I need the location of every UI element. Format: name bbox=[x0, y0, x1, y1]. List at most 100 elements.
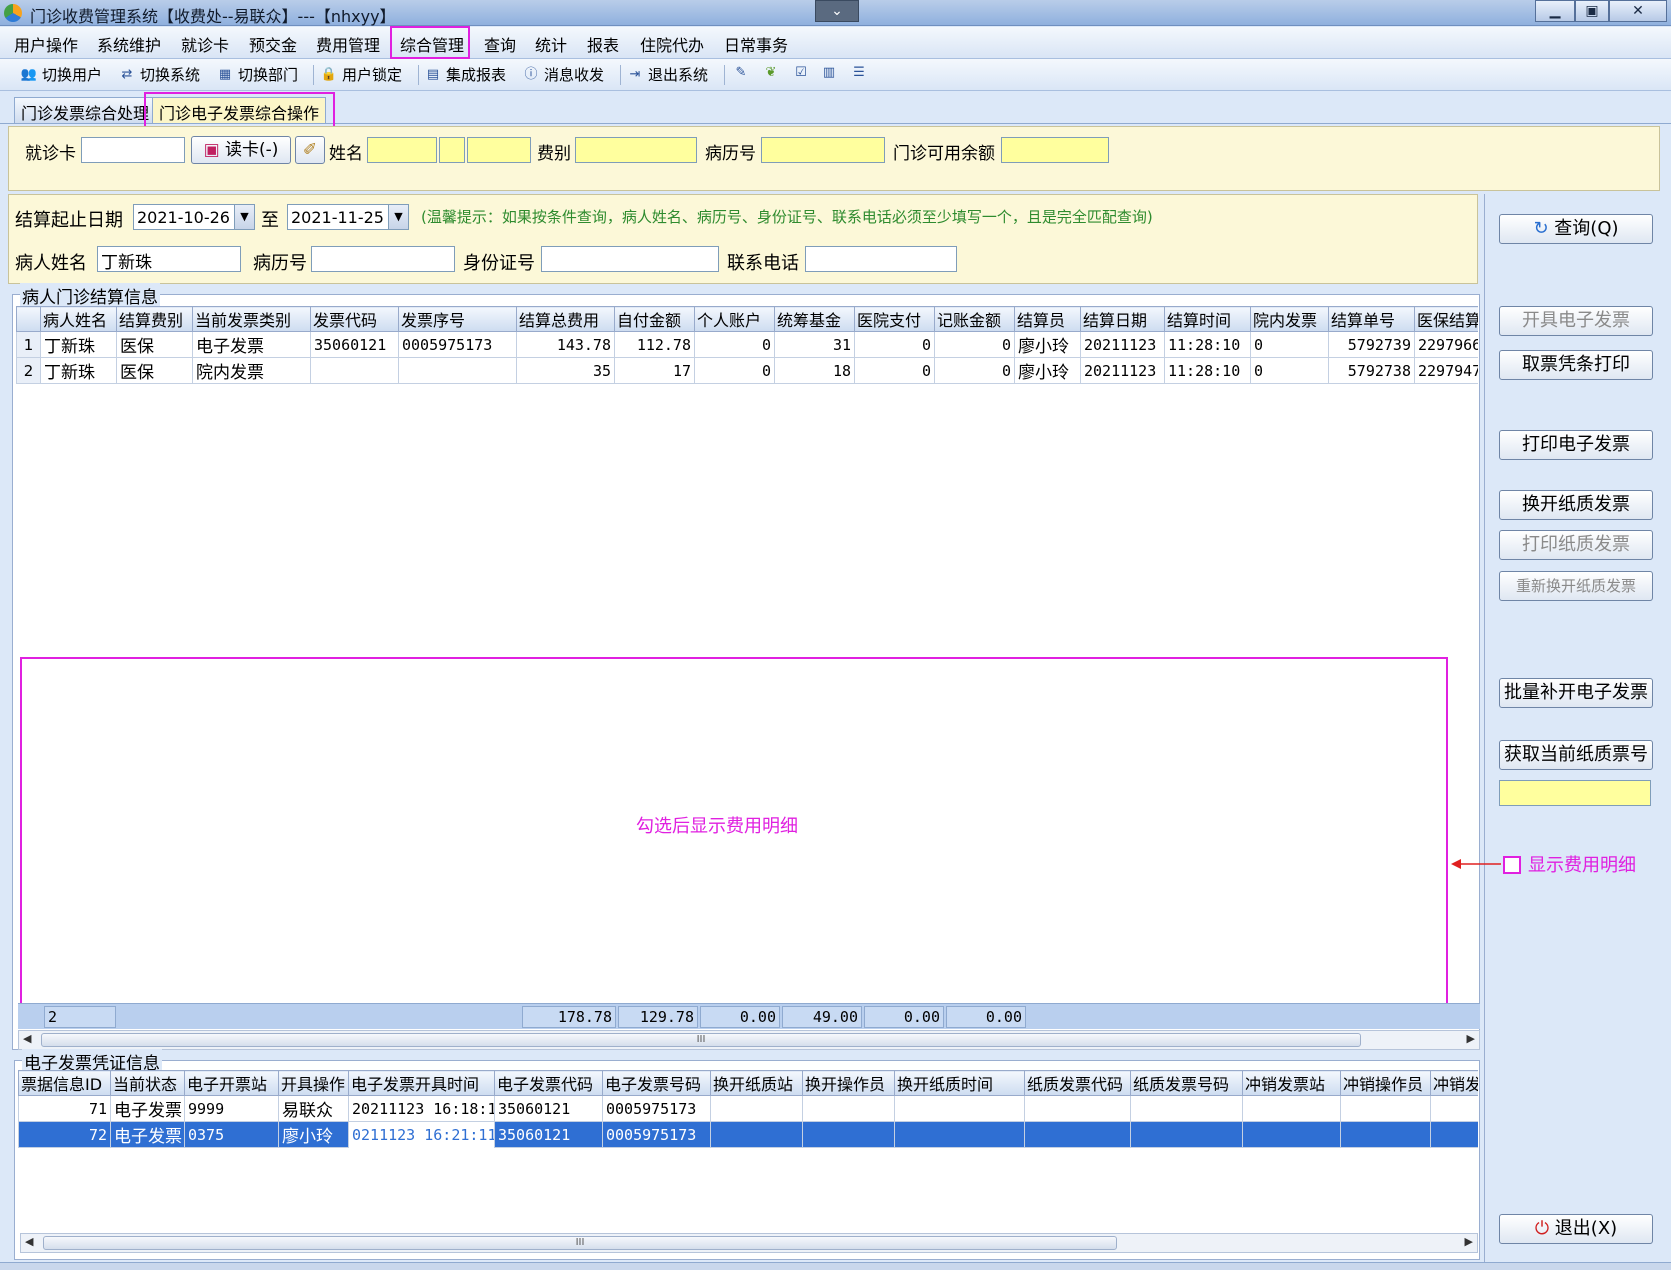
col-header[interactable]: 发票序号 bbox=[398, 306, 517, 332]
record-no-input[interactable] bbox=[311, 246, 455, 272]
col-header[interactable]: 电子开票站 bbox=[184, 1070, 279, 1096]
lock-user-button[interactable]: 🔒 用户锁定 bbox=[320, 64, 402, 85]
col-header[interactable]: 结算时间 bbox=[1164, 306, 1251, 332]
patient-name-input[interactable]: 丁新珠 bbox=[97, 246, 241, 272]
scroll-right-icon[interactable]: ▶ bbox=[1467, 1032, 1475, 1045]
date-from-picker[interactable]: 2021-10-26 ▼ bbox=[133, 204, 255, 230]
tab-e-invoice[interactable]: 门诊电子发票综合操作 bbox=[152, 97, 327, 123]
close-button[interactable]: ✕ bbox=[1609, 0, 1667, 22]
book-icon-button[interactable]: ▥ bbox=[820, 64, 838, 82]
col-header[interactable]: 发票代码 bbox=[310, 306, 399, 332]
cell bbox=[802, 1121, 895, 1148]
col-header[interactable]: 换开纸质时间 bbox=[894, 1070, 1025, 1096]
print-paper-invoice-button[interactable]: 打印纸质发票 bbox=[1499, 530, 1653, 560]
col-header[interactable]: 换开纸质站 bbox=[710, 1070, 803, 1096]
menu-user-ops[interactable]: 用户操作 bbox=[14, 32, 78, 56]
id-number-input[interactable] bbox=[541, 246, 719, 272]
col-header[interactable]: 医保结算 bbox=[1414, 306, 1478, 332]
col-header[interactable]: 冲销操作员 bbox=[1340, 1070, 1431, 1096]
menu-visit-card[interactable]: 就诊卡 bbox=[181, 32, 229, 56]
record-no-field bbox=[761, 137, 885, 163]
table-row[interactable]: 1 丁新珠 医保 电子发票 35060121 0005975173 143.78… bbox=[16, 331, 1478, 358]
focused-cell[interactable]: 0211123 16:21:11 bbox=[348, 1121, 495, 1148]
col-header[interactable]: 结算员 bbox=[1014, 306, 1081, 332]
get-paper-invoice-no-button[interactable]: 获取当前纸质票号 bbox=[1499, 740, 1653, 770]
col-header[interactable]: 冲销发票站 bbox=[1242, 1070, 1341, 1096]
integrated-report-button[interactable]: ▤ 集成报表 bbox=[424, 64, 506, 85]
clear-broom-icon[interactable]: ✐ bbox=[295, 136, 325, 164]
col-header[interactable]: 个人账户 bbox=[694, 306, 775, 332]
col-header[interactable] bbox=[16, 306, 41, 332]
table-row[interactable]: 71 电子发票 9999 易联众 20211123 16:18:1 350601… bbox=[18, 1095, 1478, 1122]
show-fee-detail-checkbox[interactable] bbox=[1503, 856, 1521, 874]
switch-user-button[interactable]: 👥 切换用户 bbox=[20, 64, 102, 85]
col-header[interactable]: 电子发票号码 bbox=[602, 1070, 711, 1096]
exit-system-button[interactable]: ⇥ 退出系统 bbox=[626, 64, 708, 85]
tab-outpatient-invoice[interactable]: 门诊发票综合处理 bbox=[14, 97, 157, 123]
col-header[interactable]: 开具操作 bbox=[278, 1070, 349, 1096]
voucher-hscrollbar[interactable]: ◀ III ▶ bbox=[20, 1233, 1478, 1253]
scroll-right-icon[interactable]: ▶ bbox=[1465, 1235, 1473, 1248]
phone-input[interactable] bbox=[805, 246, 957, 272]
chevron-down-icon[interactable]: ▼ bbox=[234, 205, 254, 229]
issue-e-invoice-button[interactable]: 开具电子发票 bbox=[1499, 306, 1653, 336]
col-header[interactable]: 结算日期 bbox=[1080, 306, 1165, 332]
col-header[interactable]: 病人姓名 bbox=[40, 306, 117, 332]
col-header[interactable]: 结算单号 bbox=[1328, 306, 1415, 332]
col-header[interactable]: 结算总费用 bbox=[516, 306, 615, 332]
print-voucher-slip-button[interactable]: 取票凭条打印 bbox=[1499, 350, 1653, 380]
col-header[interactable]: 电子发票开具时间 bbox=[348, 1070, 495, 1096]
date-to-picker[interactable]: 2021-11-25 ▼ bbox=[287, 204, 409, 230]
reswap-paper-invoice-button[interactable]: 重新换开纸质发票 bbox=[1499, 571, 1653, 601]
table-row-selected[interactable]: 72 电子发票 0375 廖小玲 0211123 16:21:11 350601… bbox=[18, 1121, 1478, 1148]
col-header[interactable]: 医院支付 bbox=[854, 306, 935, 332]
col-header[interactable]: 自付金额 bbox=[614, 306, 695, 332]
scroll-left-icon[interactable]: ◀ bbox=[25, 1235, 33, 1248]
scroll-thumb[interactable]: III bbox=[43, 1236, 1117, 1250]
edit-icon-button[interactable]: ✎ bbox=[732, 64, 750, 82]
query-button[interactable]: ↻ 查询(Q) bbox=[1499, 214, 1653, 244]
maximize-button[interactable]: ▣ bbox=[1575, 0, 1609, 22]
menu-daily-affairs[interactable]: 日常事务 bbox=[724, 32, 788, 56]
menu-statistics[interactable]: 统计 bbox=[535, 32, 567, 56]
col-header[interactable]: 当前发票类别 bbox=[192, 306, 311, 332]
col-header[interactable]: 结算费别 bbox=[116, 306, 193, 332]
settlement-hscrollbar[interactable]: ◀ III ▶ bbox=[18, 1030, 1480, 1050]
exit-button[interactable]: ⏻ 退出(X) bbox=[1499, 1214, 1653, 1244]
card-input[interactable] bbox=[81, 137, 185, 163]
message-button[interactable]: ⓘ 消息收发 bbox=[522, 64, 604, 85]
col-header[interactable]: 纸质发票代码 bbox=[1024, 1070, 1131, 1096]
col-header[interactable]: 记账金额 bbox=[934, 306, 1015, 332]
table-row[interactable]: 2 丁新珠 医保 院内发票 35 17 0 18 0 0 廖小玲 2021112… bbox=[16, 357, 1478, 384]
menu-deposit[interactable]: 预交金 bbox=[249, 32, 297, 56]
menu-inpatient-agency[interactable]: 住院代办 bbox=[640, 32, 704, 56]
col-header[interactable]: 票据信息ID bbox=[18, 1070, 111, 1096]
minimize-button[interactable]: ▁ bbox=[1535, 0, 1575, 22]
menu-fee-manage[interactable]: 费用管理 bbox=[316, 32, 380, 56]
batch-issue-e-invoice-button[interactable]: 批量补开电子发票 bbox=[1499, 678, 1653, 708]
switch-system-button[interactable]: ⇄ 切换系统 bbox=[118, 64, 200, 85]
col-header[interactable]: 换开操作员 bbox=[802, 1070, 895, 1096]
award-icon-button[interactable]: ❦ bbox=[762, 64, 780, 82]
list-icon-button[interactable]: ☰ bbox=[850, 64, 868, 82]
col-header[interactable]: 院内发票 bbox=[1250, 306, 1329, 332]
col-header[interactable]: 电子发票代码 bbox=[494, 1070, 603, 1096]
print-e-invoice-button[interactable]: 打印电子发票 bbox=[1499, 430, 1653, 460]
menu-general-manage[interactable]: 综合管理 bbox=[400, 32, 464, 56]
col-header[interactable]: 纸质发票号码 bbox=[1130, 1070, 1243, 1096]
title-dropdown-chevron-icon[interactable]: ⌄ bbox=[815, 0, 859, 22]
swap-paper-invoice-button[interactable]: 换开纸质发票 bbox=[1499, 490, 1653, 520]
switch-dept-button[interactable]: ▦ 切换部门 bbox=[216, 64, 298, 85]
menu-system-maint[interactable]: 系统维护 bbox=[97, 32, 161, 56]
read-card-button[interactable]: ▣ 读卡(-) bbox=[191, 136, 291, 164]
chevron-down-icon[interactable]: ▼ bbox=[388, 205, 408, 229]
menu-query[interactable]: 查询 bbox=[484, 32, 516, 56]
menu-reports[interactable]: 报表 bbox=[587, 32, 619, 56]
col-header[interactable]: 当前状态 bbox=[110, 1070, 185, 1096]
scroll-left-icon[interactable]: ◀ bbox=[23, 1032, 31, 1045]
scroll-thumb[interactable]: III bbox=[41, 1033, 1361, 1047]
col-header[interactable]: 统筹基金 bbox=[774, 306, 855, 332]
col-header[interactable]: 冲销发 bbox=[1430, 1070, 1478, 1096]
check-icon-button[interactable]: ☑ bbox=[792, 64, 810, 82]
query-hint: (温馨提示：如果按条件查询，病人姓名、病历号、身份证号、联系电话必须至少填写一个… bbox=[421, 208, 1153, 226]
